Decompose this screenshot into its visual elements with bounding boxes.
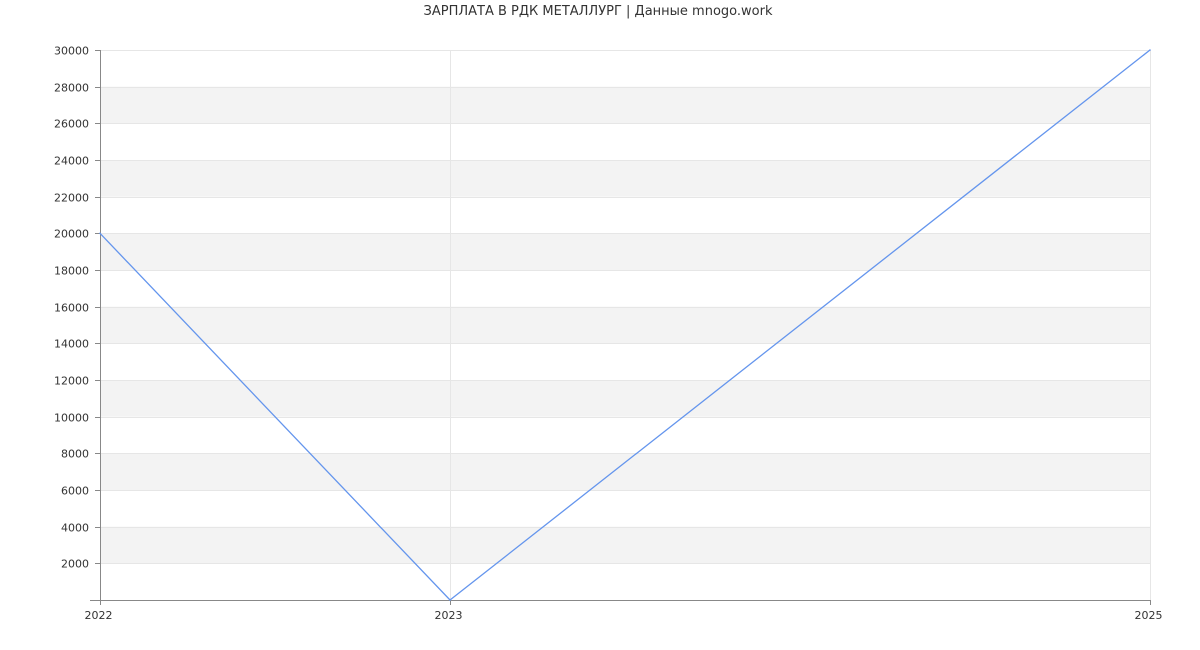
- y-tick-label: 24000: [54, 155, 89, 168]
- grid-band: [100, 233, 1150, 270]
- grid-band: [100, 306, 1150, 344]
- grid-band: [100, 160, 1150, 197]
- y-tick-label: 16000: [54, 302, 89, 315]
- data-point: [449, 599, 451, 601]
- y-tick-label: 10000: [54, 412, 89, 425]
- data-point: [1149, 49, 1151, 51]
- y-tick-label: 26000: [54, 118, 89, 131]
- grid-band: [100, 86, 1150, 124]
- chart-area: 2000 4000 6000 8000 10000 12000 14000 16000 1800…: [54, 45, 1163, 623]
- grid-band: [100, 526, 1150, 564]
- x-tick-label: 2025: [1135, 609, 1163, 622]
- y-tick-label: 8000: [61, 448, 89, 461]
- y-tick-label: 2000: [61, 558, 89, 571]
- y-tick-label: 18000: [54, 265, 89, 278]
- background-bands: [100, 50, 1150, 600]
- y-tick-label: 12000: [54, 375, 89, 388]
- data-point: [99, 232, 101, 235]
- x-tick-labels: 2022 2023 2025: [85, 609, 1163, 622]
- y-tick-label: 28000: [54, 82, 89, 95]
- y-tick-label: 14000: [54, 338, 89, 351]
- y-tick-label: 6000: [61, 485, 89, 498]
- y-tick-label: 30000: [54, 45, 89, 58]
- x-tick-label: 2022: [85, 609, 113, 622]
- y-tick-labels: 2000 4000 6000 8000 10000 12000 14000 16000 1800…: [54, 45, 89, 571]
- grid-band: [100, 453, 1150, 490]
- y-tick-label: 22000: [54, 192, 89, 205]
- y-tick-label: 20000: [54, 228, 89, 241]
- x-tick-label: 2023: [435, 609, 463, 622]
- y-tick-label: 4000: [61, 522, 89, 535]
